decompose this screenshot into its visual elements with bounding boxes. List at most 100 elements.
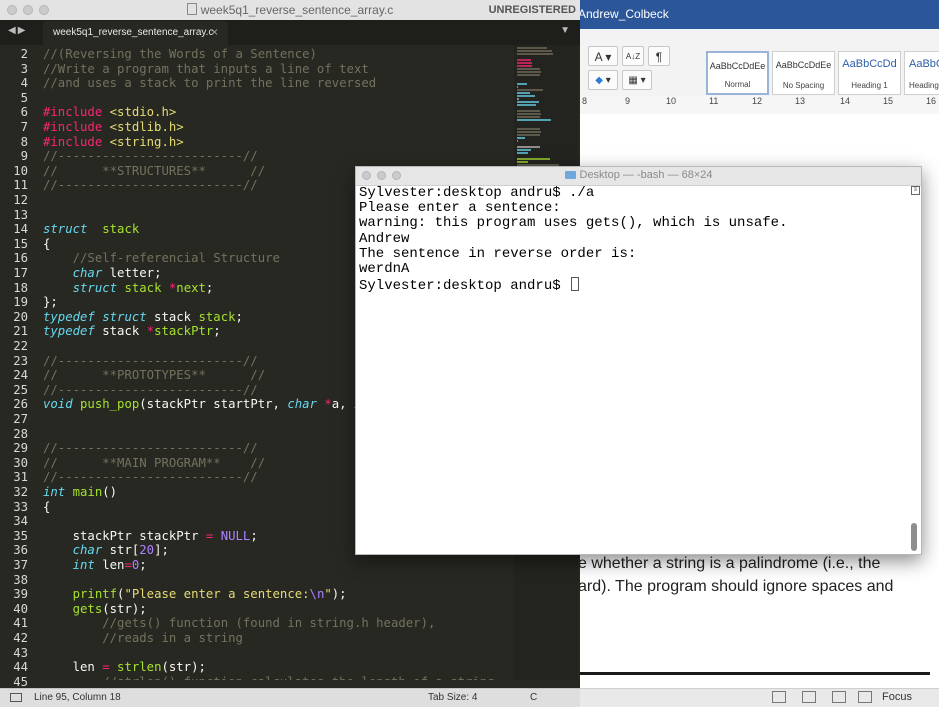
minimap-line [517, 161, 529, 163]
terminal-cursor [571, 277, 580, 292]
ruler-tick: 15 [883, 96, 894, 106]
outline-view-icon[interactable] [832, 691, 846, 703]
line-number: 36 [13, 543, 28, 558]
code-token: a, [331, 397, 354, 412]
doc-text-line: e whether a string is a palindrome (i.e.… [578, 555, 881, 572]
minimap-line [517, 95, 536, 97]
code-token: //Write a program that inputs a line of … [43, 61, 369, 76]
minimap-line [517, 137, 525, 139]
style-sample: AaBbCcDdEe [775, 60, 832, 70]
focus-button[interactable]: Focus [882, 691, 912, 703]
borders-button[interactable]: ▦ ▾ [622, 70, 652, 90]
word-titlebar: Andrew_Colbeck [578, 0, 939, 29]
line-number: 31 [13, 470, 28, 485]
minimap-line [517, 113, 541, 115]
code-token: //-------------------------// [43, 353, 258, 368]
paint-bucket-icon: ◆ [595, 75, 603, 86]
draft-view-icon[interactable] [858, 691, 872, 703]
code-token: //-------------------------// [43, 441, 258, 456]
unregistered-label: UNREGISTERED [488, 4, 576, 16]
line-number: 13 [13, 207, 28, 222]
code-line: printf("Please enter a sentence:\n"); [43, 587, 347, 602]
code-line: char str[20]; [43, 543, 169, 558]
ruler-tick: 16 [926, 96, 937, 106]
code-token: "Please enter a sentence: [124, 587, 310, 602]
terminal-line: Andrew [359, 230, 410, 247]
show-formatting-button[interactable]: ¶ [648, 46, 670, 66]
terminal-titlebar: Desktop — -bash — 68×24 [356, 167, 921, 186]
ruler-tick: 11 [709, 96, 719, 106]
code-line: //Self-referencial Structure [43, 251, 280, 266]
minimap-line [517, 131, 541, 133]
minimap-line [517, 146, 541, 148]
terminal-prompt-line: Sylvester:desktop andru$ [359, 277, 580, 294]
highlight-button[interactable]: ◆ ▾ [588, 70, 618, 90]
panel-toggle-icon[interactable] [10, 693, 22, 702]
line-number: 3 [20, 61, 28, 76]
terminal-scrollbar[interactable] [908, 185, 920, 554]
word-user-name[interactable]: Andrew_Colbeck [578, 7, 669, 21]
line-number: 26 [13, 397, 28, 412]
style-normal[interactable]: AaBbCcDdEe Normal [706, 51, 769, 95]
tab-close-icon[interactable]: × [211, 25, 218, 39]
code-token: len [43, 660, 103, 675]
word-ruler[interactable]: 8 9 10 11 12 13 14 15 16 [578, 96, 939, 115]
code-token: stack [124, 280, 162, 295]
line-number: 25 [13, 382, 28, 397]
terminal-screen[interactable]: Sylvester:desktop andru$ ./a Please ente… [359, 185, 904, 552]
code-token: struct [102, 309, 147, 324]
code-line: //gets() function (found in string.h hea… [43, 616, 435, 631]
line-number: 15 [13, 236, 28, 251]
minimap-line [517, 98, 519, 100]
minimap-line [517, 101, 539, 103]
style-heading-2[interactable]: AaBbCcD Heading [904, 51, 939, 95]
tab-size-selector[interactable]: Tab Size: 4 [428, 692, 477, 703]
minimap-line [517, 74, 541, 76]
line-number: 16 [13, 251, 28, 266]
ruler-tick: 9 [625, 96, 631, 106]
font-color-button[interactable]: A ▾ [588, 46, 618, 66]
code-token: // **STRUCTURES** // [43, 163, 266, 178]
terminal-line: Please enter a sentence: [359, 200, 561, 217]
code-line: //Write a program that inputs a line of … [43, 62, 369, 77]
sort-button[interactable]: A↓Z [622, 46, 644, 66]
code-token: * [146, 324, 155, 339]
line-number: 10 [13, 163, 28, 178]
tab-nav-arrows-icon[interactable]: ◀▶ [8, 25, 27, 36]
tab-menu-icon[interactable]: ▼ [560, 25, 570, 36]
line-number: 5 [20, 90, 28, 105]
code-token: struct [43, 222, 88, 237]
style-sample: AaBbCcDdEe [709, 61, 766, 71]
code-token: int [43, 485, 66, 499]
line-number: 11 [13, 178, 28, 193]
code-line: char letter; [43, 266, 162, 281]
web-layout-icon[interactable] [802, 691, 816, 703]
code-line: //(Reversing the Words of a Sentence) [43, 47, 317, 62]
syntax-selector[interactable]: C [530, 692, 537, 703]
minimap-line [517, 92, 530, 94]
print-layout-icon[interactable] [772, 691, 786, 703]
code-token: ; [213, 324, 221, 339]
line-number: 2 [20, 47, 28, 61]
sublime-titlebar: week5q1_reverse_sentence_array.c UNREGIS… [0, 0, 580, 21]
code-line: }; [43, 295, 58, 310]
line-number: 40 [13, 601, 28, 616]
style-heading-1[interactable]: AaBbCcDd Heading 1 [838, 51, 901, 95]
code-token: { [43, 499, 51, 514]
minimap-line [517, 50, 553, 52]
code-token: 20 [139, 543, 155, 558]
line-number: 19 [13, 295, 28, 310]
code-token: ]; [154, 543, 169, 558]
code-token: // **MAIN PROGRAM** // [43, 455, 266, 470]
tab-file[interactable]: week5q1_reverse_sentence_array.c × [43, 21, 228, 45]
style-no-spacing[interactable]: AaBbCcDdEe No Spacing [772, 51, 835, 95]
code-token: //-------------------------// [43, 470, 258, 485]
terminal-scroll-thumb[interactable] [911, 523, 917, 551]
code-token: letter; [102, 266, 162, 280]
